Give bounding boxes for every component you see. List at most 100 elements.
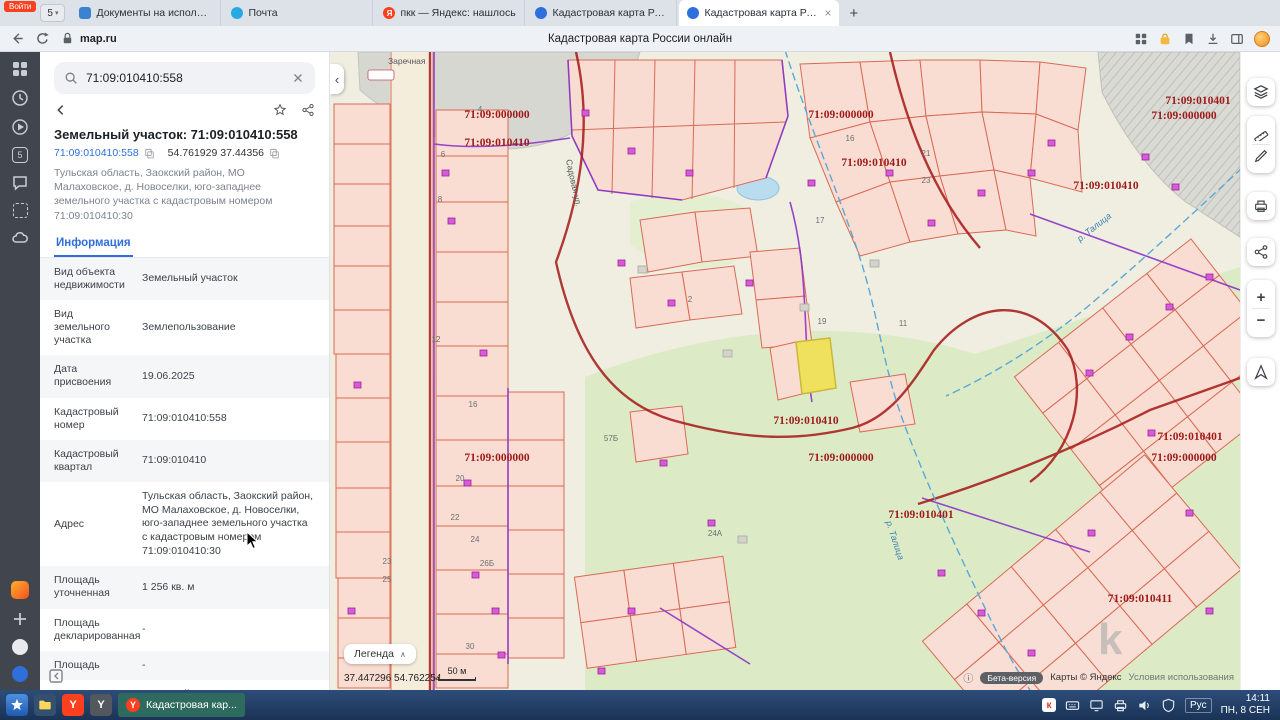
- yandex-favicon: Я: [383, 7, 395, 19]
- zoom-out-button[interactable]: −: [1253, 312, 1269, 328]
- service-icon-blue[interactable]: [12, 666, 28, 682]
- back-chevron-icon[interactable]: [54, 103, 68, 117]
- volume-icon[interactable]: [1137, 698, 1152, 713]
- map-canvas[interactable]: 71:09:000000 71:09:010410 71:09:000000 7…: [330, 52, 1240, 690]
- row-label: Кадастровый номер: [40, 398, 136, 440]
- legend-button[interactable]: Легенда ∧: [344, 644, 416, 664]
- terms-link[interactable]: Условия использования: [1129, 672, 1234, 683]
- badge-counter[interactable]: 5: [12, 147, 28, 163]
- copy-icon[interactable]: [269, 148, 280, 159]
- row-value: Тульская область, Заокский район, МО Мал…: [136, 482, 329, 566]
- layers-button[interactable]: [1247, 78, 1275, 106]
- tab-counter[interactable]: 5▾: [40, 4, 65, 22]
- tab-title: Документы на исполнен: [96, 7, 212, 19]
- yandex-browser-button[interactable]: Y: [62, 694, 84, 716]
- start-star-icon: [10, 698, 24, 712]
- svg-text:16: 16: [469, 400, 478, 409]
- table-row: Кадастровый номер71:09:010410:558: [40, 398, 329, 440]
- history-clock-icon[interactable]: [11, 89, 29, 107]
- active-window-button[interactable]: Y Кадастровая кар...: [118, 693, 245, 717]
- row-value: 71:09:010410:558: [136, 404, 329, 434]
- panel-collapse-icon[interactable]: [48, 668, 64, 684]
- service-icon-light[interactable]: [12, 639, 28, 655]
- share-map-button[interactable]: [1247, 238, 1275, 266]
- window-favicon: Y: [126, 698, 140, 712]
- browser-tab-cadastre-active[interactable]: Кадастровая карта Ро... ×: [679, 0, 839, 26]
- copy-icon[interactable]: [144, 148, 155, 159]
- language-indicator[interactable]: Рус: [1185, 698, 1212, 713]
- tab-information[interactable]: Информация: [54, 229, 133, 257]
- folder-icon: [38, 698, 52, 712]
- draw-polygon-icon[interactable]: [1253, 148, 1269, 164]
- start-menu-button[interactable]: [6, 694, 28, 716]
- keyboard-icon[interactable]: [1065, 698, 1080, 713]
- print-button[interactable]: [1247, 192, 1275, 220]
- browser-toolbar: map.ru Кадастровая карта России онлайн: [0, 26, 1280, 52]
- cloud-icon[interactable]: [11, 229, 29, 247]
- quarter-label: 71:09:000000: [808, 109, 873, 121]
- secondary-browser-button[interactable]: Y: [90, 694, 112, 716]
- browser-tab-mail[interactable]: Почта: [223, 0, 373, 26]
- parcels-top-center: [568, 60, 788, 200]
- browser-tab-search[interactable]: Я пкк — Яндекс: нашлось: [375, 0, 525, 26]
- share-icon[interactable]: [301, 103, 315, 117]
- share-icon: [1253, 244, 1269, 260]
- music-service-icon[interactable]: [11, 581, 29, 599]
- address-bar[interactable]: map.ru: [60, 31, 117, 46]
- clear-search-icon[interactable]: [291, 71, 305, 85]
- messenger-icon[interactable]: [11, 174, 29, 192]
- locate-button[interactable]: [1247, 358, 1275, 386]
- extensions-grid-icon[interactable]: [1134, 32, 1148, 46]
- profile-avatar[interactable]: [1254, 31, 1270, 47]
- login-button[interactable]: Войти: [4, 1, 36, 12]
- cadastral-number-link[interactable]: 71:09:010410:558: [54, 147, 139, 159]
- downloads-icon[interactable]: [1206, 32, 1220, 46]
- bookmark-flag-icon[interactable]: [1182, 32, 1196, 46]
- quarter-label: 71:09:000000: [1151, 110, 1216, 122]
- row-label: Площадь уточненная: [40, 566, 136, 608]
- row-label: Вид земельного участка: [40, 300, 136, 355]
- selected-parcel[interactable]: [796, 338, 836, 394]
- close-tab-icon[interactable]: ×: [824, 6, 831, 20]
- favorite-star-icon[interactable]: [273, 103, 287, 117]
- table-row: Дата присвоения19.06.2025: [40, 355, 329, 397]
- row-value: 1 256 кв. м: [136, 573, 329, 603]
- tray-k-icon[interactable]: к: [1042, 698, 1056, 712]
- tablo-grid-icon[interactable]: [11, 60, 29, 78]
- browser-tab-cadastre-1[interactable]: Кадастровая карта Росс: [527, 0, 677, 26]
- clock[interactable]: 14:11 ПН, 8 СЕН: [1221, 693, 1274, 717]
- new-tab-button[interactable]: +: [841, 5, 866, 22]
- quarter-label: 71:09:010410: [841, 157, 906, 169]
- info-icon[interactable]: ⓘ: [963, 670, 973, 685]
- svg-text:57Б: 57Б: [604, 434, 618, 443]
- info-table: Вид объекта недвижимостиЗемельный участо…: [40, 258, 329, 690]
- screenshot-icon[interactable]: [13, 203, 28, 218]
- object-title: Земельный участок: 71:09:010410:558: [40, 122, 329, 146]
- panel-collapse-handle[interactable]: ‹: [330, 64, 344, 94]
- add-service-icon[interactable]: [11, 610, 29, 628]
- table-row: Вид объекта недвижимостиЗемельный участо…: [40, 258, 329, 300]
- shield-icon[interactable]: [1161, 698, 1176, 713]
- print-icon: [1253, 198, 1269, 214]
- play-icon[interactable]: [11, 118, 29, 136]
- printer-icon[interactable]: [1113, 698, 1128, 713]
- toolbar-icons: [1134, 31, 1270, 47]
- table-row: Площадь декларированная-: [40, 609, 329, 651]
- reload-icon[interactable]: [35, 31, 50, 46]
- map-container[interactable]: 71:09:000000 71:09:010410 71:09:000000 7…: [330, 52, 1240, 690]
- caret-down-icon: ▾: [55, 9, 59, 17]
- quarter-label: 71:09:010401: [1165, 95, 1230, 107]
- ruler-icon[interactable]: [1253, 125, 1269, 141]
- browser-tab-documents[interactable]: Документы на исполнен: [71, 0, 221, 26]
- svg-text:24: 24: [471, 535, 480, 544]
- file-manager-button[interactable]: [34, 694, 56, 716]
- market-bag-icon[interactable]: [1158, 32, 1172, 46]
- display-icon[interactable]: [1089, 698, 1104, 713]
- back-arrow-icon[interactable]: [10, 31, 25, 46]
- search-box[interactable]: [54, 62, 315, 94]
- search-input[interactable]: [86, 71, 283, 85]
- side-panel-icon[interactable]: [1230, 32, 1244, 46]
- table-row: Площадь уточненная1 256 кв. м: [40, 566, 329, 608]
- svg-text:23: 23: [383, 557, 392, 566]
- zoom-in-button[interactable]: +: [1253, 289, 1269, 305]
